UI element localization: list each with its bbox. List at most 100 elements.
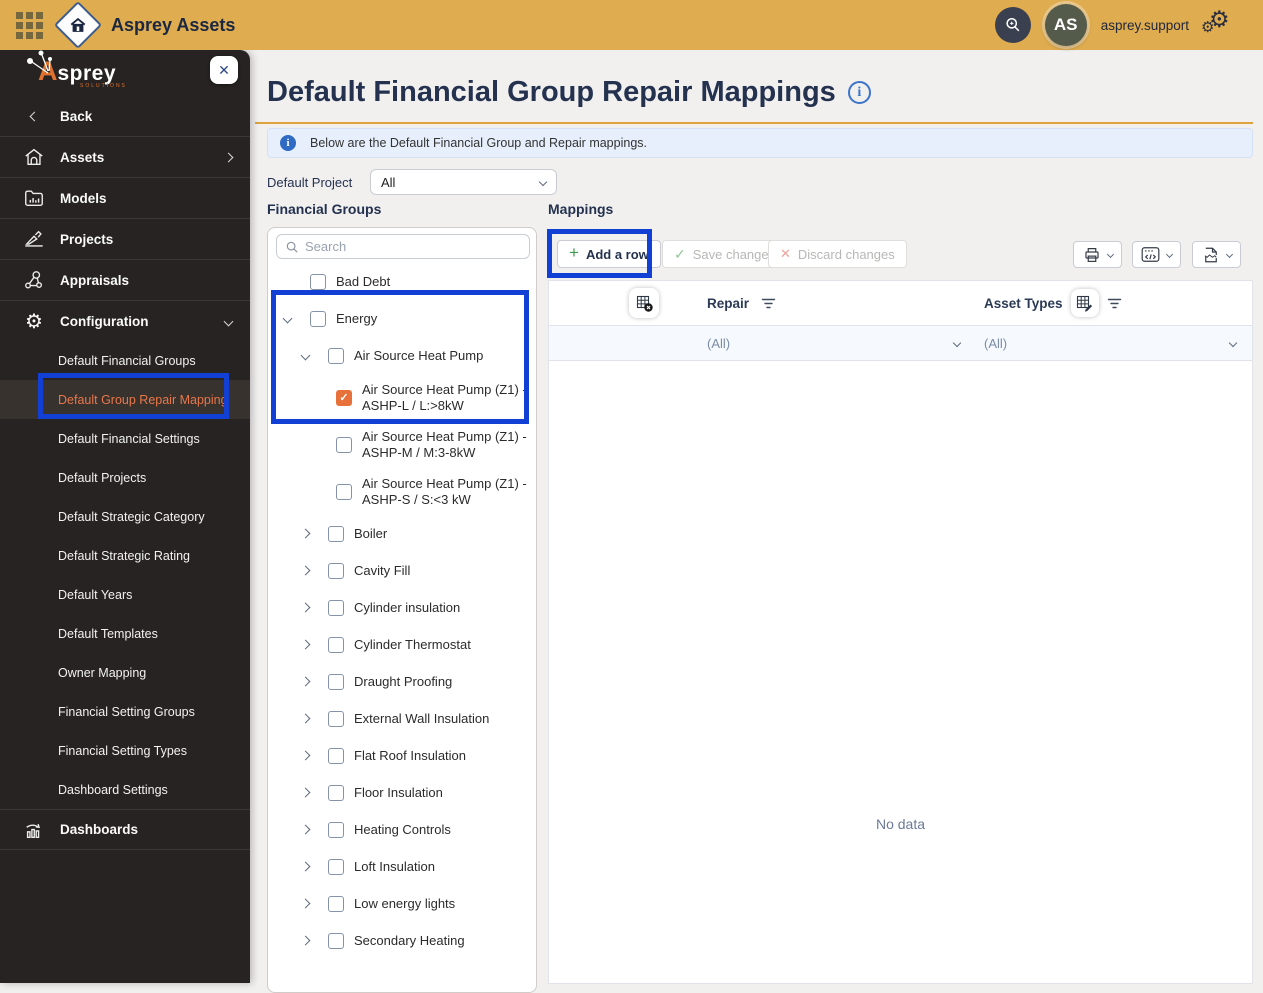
chevron-right-icon[interactable] [300, 639, 311, 650]
checkbox[interactable] [328, 710, 344, 727]
sidebar-item-default-years[interactable]: Default Years [0, 575, 250, 614]
default-project-value: All [381, 174, 396, 190]
checkbox[interactable] [310, 273, 326, 290]
sidebar-item-dashboards[interactable]: Dashboards [0, 809, 250, 850]
chevron-right-icon[interactable] [300, 602, 311, 613]
tree-item-external-wall-insulation[interactable]: External Wall Insulation [268, 700, 536, 737]
chevron-down-icon[interactable] [300, 350, 311, 361]
print-button[interactable] [1073, 241, 1122, 268]
apps-grid-icon[interactable] [16, 11, 43, 39]
tree-item-air-source-heat-pump[interactable]: Air Source Heat Pump [268, 337, 536, 374]
sidebar-item-default-strategic-category[interactable]: Default Strategic Category [0, 497, 250, 536]
checkbox[interactable] [328, 858, 344, 875]
sidebar-item-default-group-repair-mapping[interactable]: Default Group Repair Mapping [0, 380, 250, 419]
discard-changes-button[interactable]: ✕ Discard changes [768, 240, 907, 268]
asset-types-filter-select[interactable]: (All) [984, 336, 1252, 351]
tree-item-cavity-fill[interactable]: Cavity Fill [268, 552, 536, 589]
tree-item-ashp-m[interactable]: Air Source Heat Pump (Z1) - ASHP-M / M:3… [268, 421, 536, 468]
checkbox[interactable] [328, 673, 344, 690]
chevron-right-icon[interactable] [300, 565, 311, 576]
close-icon[interactable]: ✕ [210, 56, 238, 84]
tree-item-boiler[interactable]: Boiler [268, 515, 536, 552]
gear-icon: ⚙ [25, 310, 43, 333]
bar-chart-icon [22, 819, 46, 841]
chevron-right-icon[interactable] [300, 750, 311, 761]
checkbox[interactable] [310, 310, 326, 327]
sidebar-item-default-projects[interactable]: Default Projects [0, 458, 250, 497]
tree-item-secondary-heating[interactable]: Secondary Heating [268, 922, 536, 959]
sidebar-item-default-financial-groups[interactable]: Default Financial Groups [0, 341, 250, 380]
checkbox[interactable] [336, 483, 352, 500]
sidebar-item-configuration[interactable]: ⚙ Configuration [0, 300, 250, 341]
column-header-repair[interactable]: Repair [707, 296, 749, 311]
checkbox[interactable] [328, 562, 344, 579]
tree-item-heating-controls[interactable]: Heating Controls [268, 811, 536, 848]
edit-column-icon[interactable] [1070, 289, 1099, 317]
tree-item-ashp-s[interactable]: Air Source Heat Pump (Z1) - ASHP-S / S:<… [268, 468, 536, 515]
checkbox[interactable] [328, 747, 344, 764]
settings-gears-icon[interactable]: ⚙ ⚙ [1201, 6, 1237, 42]
chevron-right-icon[interactable] [300, 676, 311, 687]
home-icon[interactable] [53, 0, 103, 50]
checkbox[interactable] [328, 932, 344, 949]
chevron-right-icon[interactable] [300, 861, 311, 872]
export-code-button[interactable] [1132, 241, 1181, 268]
checkbox[interactable] [328, 347, 344, 364]
chevron-right-icon[interactable] [300, 713, 311, 724]
checkbox[interactable] [328, 821, 344, 838]
tree-item-low-energy-lights[interactable]: Low energy lights [268, 885, 536, 922]
sidebar-item-default-financial-settings[interactable]: Default Financial Settings [0, 419, 250, 458]
sidebar-item-back[interactable]: Back [0, 96, 250, 136]
chevron-down-icon[interactable] [282, 313, 293, 324]
sidebar-item-projects[interactable]: Projects [0, 218, 250, 259]
sidebar-item-label: Dashboards [60, 822, 139, 837]
checkbox-checked[interactable]: ✓ [336, 389, 352, 406]
username-label: asprey.support [1100, 17, 1189, 33]
sidebar-item-appraisals[interactable]: Appraisals [0, 259, 250, 300]
sidebar-item-models[interactable]: Models [0, 177, 250, 218]
info-icon[interactable]: i [847, 81, 871, 104]
chevron-right-icon[interactable] [300, 787, 311, 798]
chevron-down-icon [538, 177, 548, 187]
sidebar-item-label: Models [60, 190, 107, 206]
tree-item-ashp-l[interactable]: ✓ Air Source Heat Pump (Z1) - ASHP-L / L… [268, 374, 536, 421]
chevron-right-icon[interactable] [300, 824, 311, 835]
filter-icon[interactable] [1107, 298, 1122, 309]
tree-item-floor-insulation[interactable]: Floor Insulation [268, 774, 536, 811]
tree-item-cylinder-insulation[interactable]: Cylinder insulation [268, 589, 536, 626]
sidebar-item-owner-mapping[interactable]: Owner Mapping [0, 653, 250, 692]
export-file-button[interactable] [1192, 241, 1241, 268]
sidebar-item-default-templates[interactable]: Default Templates [0, 614, 250, 653]
checkbox[interactable] [336, 436, 352, 453]
tree-item-bad-debt[interactable]: Bad Debt [268, 263, 536, 300]
checkbox[interactable] [328, 599, 344, 616]
avatar[interactable]: AS [1044, 4, 1087, 46]
checkbox[interactable] [328, 636, 344, 653]
sidebar-item-dashboard-settings[interactable]: Dashboard Settings [0, 770, 250, 809]
default-project-select[interactable]: All [370, 169, 557, 195]
search-input[interactable] [305, 239, 505, 254]
add-row-button[interactable]: + Add a row [557, 240, 661, 268]
tree-item-cylinder-thermostat[interactable]: Cylinder Thermostat [268, 626, 536, 663]
checkbox[interactable] [328, 895, 344, 912]
discard-x-icon: ✕ [780, 246, 791, 261]
tree-item-draught-proofing[interactable]: Draught Proofing [268, 663, 536, 700]
search-icon[interactable] [994, 7, 1031, 43]
sidebar-item-default-strategic-rating[interactable]: Default Strategic Rating [0, 536, 250, 575]
tree-item-energy[interactable]: Energy [268, 300, 536, 337]
checkbox[interactable] [328, 525, 344, 542]
chevron-right-icon[interactable] [300, 935, 311, 946]
chevron-right-icon[interactable] [300, 898, 311, 909]
sidebar-item-financial-setting-types[interactable]: Financial Setting Types [0, 731, 250, 770]
delete-column-icon[interactable] [629, 288, 659, 318]
sidebar-item-financial-setting-groups[interactable]: Financial Setting Groups [0, 692, 250, 731]
sidebar: Asprey SOLUTIONS ✕ Back Assets Models [0, 50, 250, 983]
filter-icon[interactable] [761, 298, 776, 309]
column-header-asset-types[interactable]: Asset Types [984, 296, 1063, 311]
checkbox[interactable] [328, 784, 344, 801]
tree-item-loft-insulation[interactable]: Loft Insulation [268, 848, 536, 885]
chevron-right-icon[interactable] [300, 528, 311, 539]
sidebar-item-assets[interactable]: Assets [0, 136, 250, 177]
tree-item-flat-roof-insulation[interactable]: Flat Roof Insulation [268, 737, 536, 774]
repair-filter-select[interactable]: (All) [707, 336, 976, 351]
